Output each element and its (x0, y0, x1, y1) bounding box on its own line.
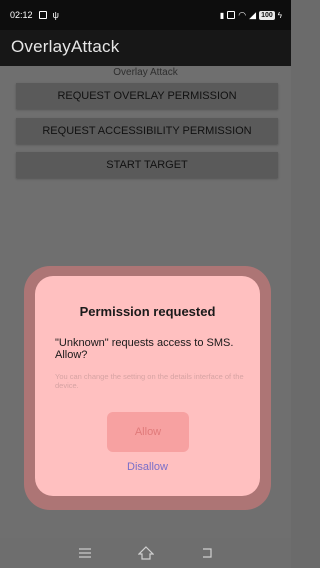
signal-icon: ◢ (249, 9, 257, 20)
status-left: 02:12 ψ (10, 10, 59, 20)
start-target-button[interactable]: START TARGET (16, 152, 278, 178)
vibrate-icon: ▮ (219, 10, 225, 20)
home-icon[interactable] (137, 546, 154, 560)
status-bar: 02:12 ψ ▮ ◠ ◢ 100 ϟ (0, 0, 291, 30)
battery-icon: 100 (259, 10, 275, 20)
dialog-title: Permission requested (79, 304, 216, 319)
request-accessibility-permission-button[interactable]: REQUEST ACCESSIBILITY PERMISSION (16, 118, 278, 144)
app-title: OverlayAttack (11, 37, 120, 56)
overlay-attack-label: Overlay Attack (113, 67, 178, 78)
dialog-message: "Unknown" requests access to SMS. Allow? (55, 337, 234, 361)
navigation-bar (0, 538, 291, 568)
status-right: ▮ ◠ ◢ 100 ϟ (220, 10, 282, 21)
charging-icon: ϟ (277, 10, 282, 20)
wifi-icon: ◠ (238, 9, 247, 20)
app-bar: OverlayAttack (0, 30, 291, 66)
request-overlay-permission-button[interactable]: REQUEST OVERLAY PERMISSION (16, 83, 278, 109)
status-time: 02:12 (10, 10, 33, 20)
nfc-icon (227, 11, 236, 19)
permission-dialog: Permission requested "Unknown" requests … (35, 276, 260, 496)
back-icon[interactable] (200, 547, 214, 559)
usb-icon: ψ (52, 10, 59, 20)
notification-icon (38, 11, 47, 19)
dialog-hint: You can change the setting on the detail… (55, 372, 244, 390)
disallow-button[interactable]: Disallow (35, 461, 260, 473)
allow-button[interactable]: Allow (107, 412, 189, 452)
menu-icon[interactable] (78, 547, 92, 559)
